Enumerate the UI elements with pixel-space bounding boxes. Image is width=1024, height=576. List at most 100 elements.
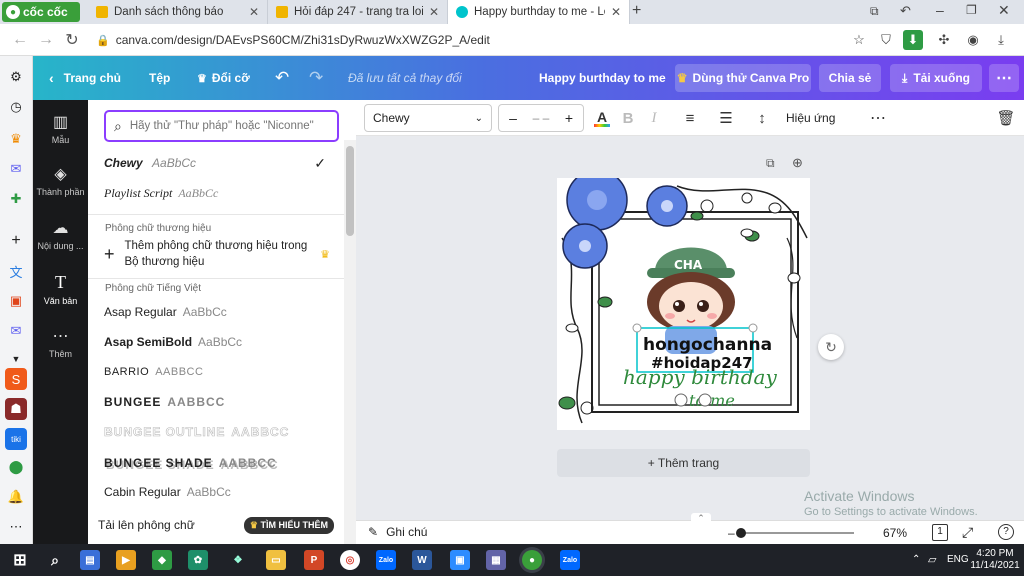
list-icon[interactable]: ☰ [714, 106, 738, 130]
reload-icon[interactable]: ↻ [60, 28, 84, 52]
windows-start-icon[interactable]: ⊞ [10, 550, 30, 570]
add-app-icon[interactable]: + [5, 230, 27, 252]
bookmark-star-icon[interactable]: ☆ [849, 30, 869, 50]
font-option-bungee[interactable]: BUNGEE AABBCC [104, 389, 225, 415]
taskbar-clock[interactable]: 4:20 PM 11/14/2021 [968, 548, 1022, 572]
share-button[interactable]: Chia sẻ [819, 64, 881, 92]
zoom-out-icon[interactable]: – [728, 526, 735, 540]
undo-icon[interactable]: ↶ [275, 56, 289, 100]
duplicate-page-icon[interactable]: ⧉ [766, 156, 775, 171]
add-brand-font-row[interactable]: + Thêm phông chữ thương hiệu trong Bộ th… [104, 238, 330, 270]
toolbar-more-icon[interactable]: ⋯ [866, 106, 890, 130]
browser-logo[interactable]: ● cốc cốc [2, 2, 80, 22]
nav-uploads[interactable]: ☁ Nội dung ... [33, 218, 88, 251]
font-search-box[interactable]: ⌕ [104, 110, 339, 142]
restore-icon[interactable]: ❐ [966, 3, 977, 17]
language-indicator[interactable]: ENG [947, 554, 969, 565]
back-icon[interactable]: ← [8, 28, 32, 52]
resize-button[interactable]: ♛ Đổi cỡ [197, 56, 250, 100]
help-icon[interactable]: ? [998, 524, 1014, 540]
line-spacing-icon[interactable]: ↕ [750, 106, 774, 130]
media-icon[interactable]: ▶ [116, 550, 136, 570]
close-window-icon[interactable]: ✕ [998, 2, 1010, 19]
text-color-icon[interactable]: A [590, 106, 614, 130]
tab-hoidap[interactable]: Hỏi đáp 247 - trang tra loi ✕ [268, 0, 448, 24]
close-tab-icon[interactable]: ✕ [611, 5, 621, 19]
game-avatar-icon[interactable]: ☗ [5, 398, 27, 420]
tray-chevron-icon[interactable]: ⌃ [912, 554, 920, 565]
try-pro-button[interactable]: ♛ Dùng thử Canva Pro [675, 64, 811, 92]
zoom-slider[interactable] [740, 532, 854, 534]
font-family-dropdown[interactable]: Chewy ⌄ [364, 104, 492, 132]
translate-icon[interactable]: 文 [5, 260, 27, 282]
office-icon[interactable]: ▣ [5, 290, 27, 312]
map-icon[interactable]: ⬤ [5, 456, 27, 478]
profile-icon[interactable]: ◉ [963, 30, 983, 50]
messenger-icon[interactable]: ✉ [5, 158, 27, 180]
zoom-value[interactable]: 67% [883, 526, 907, 540]
close-tab-icon[interactable]: ✕ [249, 5, 259, 19]
zoom-slider-handle[interactable] [736, 528, 746, 538]
learn-more-button[interactable]: ♛ TÌM HIỂU THÊM [243, 516, 334, 534]
rail-chevron-down-icon[interactable]: ▼ [5, 348, 27, 370]
history-icon[interactable]: ◷ [5, 96, 27, 118]
download-button[interactable]: ⤓ Tải xuống [890, 64, 982, 92]
game-icon[interactable]: ✚ [5, 188, 27, 210]
app-icon[interactable]: ◆ [152, 550, 172, 570]
tab-search-icon[interactable]: ⧉ [870, 4, 879, 19]
redo-icon[interactable]: ↷ [309, 56, 323, 100]
document-title[interactable]: Happy burthday to me [539, 56, 666, 100]
crown-icon[interactable]: ♛ [5, 128, 27, 150]
close-tab-icon[interactable]: ✕ [429, 5, 439, 19]
tiki-icon[interactable]: tiki [5, 428, 27, 450]
trash-icon[interactable]: 🗑 [994, 106, 1018, 130]
url-field[interactable]: 🔒 canva.com/design/DAEvsPS60CM/Zhi31sDyR… [96, 28, 846, 52]
download-extension-icon[interactable]: ⬇ [903, 30, 923, 50]
nav-more[interactable]: ⋯ Thêm [33, 326, 88, 359]
search-icon[interactable]: ⌕ [45, 550, 65, 570]
notes-button[interactable]: ✎ Ghi chú [368, 525, 427, 539]
bold-icon[interactable]: B [616, 106, 640, 130]
tab-notifications[interactable]: Danh sách thông báo ✕ [88, 0, 268, 24]
notification-bell-icon[interactable]: 🔔 [5, 486, 27, 508]
nav-elements[interactable]: ◈ Thành phần [33, 164, 88, 197]
game-icon[interactable]: ❖ [228, 550, 248, 570]
upload-font-link[interactable]: Tải lên phông chữ [98, 518, 195, 532]
font-option-bungee-outline[interactable]: BUNGEE OUTLINE AABBCC [104, 419, 289, 445]
downloads-icon[interactable]: ⤓ [991, 30, 1011, 50]
file-explorer-icon[interactable]: ▭ [266, 550, 286, 570]
zalo-app-icon[interactable]: Zalo [560, 550, 580, 570]
decrease-size-button[interactable]: – [499, 110, 527, 126]
font-option-chewy[interactable]: Chewy AaBbCc ✓ [104, 150, 326, 176]
home-button[interactable]: ‹ Trang chủ [49, 56, 121, 100]
zalo-icon[interactable]: Zalo [376, 550, 396, 570]
coccoc-taskbar-icon[interactable]: ● [522, 550, 542, 570]
font-option-asap-semibold[interactable]: Asap SemiBold AaBbCc [104, 329, 242, 355]
settings-icon[interactable]: ⚙ [5, 66, 27, 88]
font-option-barrio[interactable]: BARRIO AABBCC [104, 359, 203, 385]
rotate-icon[interactable]: ↻ [818, 334, 844, 360]
chrome-icon[interactable]: ◎ [340, 550, 360, 570]
design-page[interactable]: hongochanna #hoidap247 happy birthday to… [557, 178, 810, 430]
chevron-up-icon[interactable]: ⌃ [691, 513, 711, 523]
teams-icon[interactable]: ▦ [486, 550, 506, 570]
nav-text[interactable]: T Văn bản [33, 272, 88, 306]
font-search-input[interactable] [129, 120, 320, 132]
file-menu-button[interactable]: Tệp [149, 56, 170, 100]
powerpoint-icon[interactable]: P [304, 550, 324, 570]
store-icon[interactable]: ▤ [80, 550, 100, 570]
font-option-bungee-shade[interactable]: BUNGEE SHADE AABBCC [104, 450, 277, 476]
page-count[interactable]: 1 [932, 524, 948, 541]
minimize-icon[interactable]: – [936, 2, 944, 18]
font-option-cabin-regular[interactable]: Cabin Regular AaBbCc [104, 479, 231, 505]
network-icon[interactable]: ▱ [928, 553, 936, 566]
forward-icon[interactable]: → [34, 28, 58, 52]
new-tab-icon[interactable]: + [632, 2, 641, 20]
messenger-app-icon[interactable]: ✉ [5, 320, 27, 342]
fullscreen-icon[interactable]: ⤢ [962, 524, 973, 541]
nav-templates[interactable]: ▥ Mẫu [33, 112, 88, 145]
align-center-icon[interactable]: ≡ [678, 106, 702, 130]
italic-icon[interactable]: I [642, 106, 666, 130]
word-icon[interactable]: W [412, 550, 432, 570]
font-option-asap-regular[interactable]: Asap Regular AaBbCc [104, 299, 227, 325]
